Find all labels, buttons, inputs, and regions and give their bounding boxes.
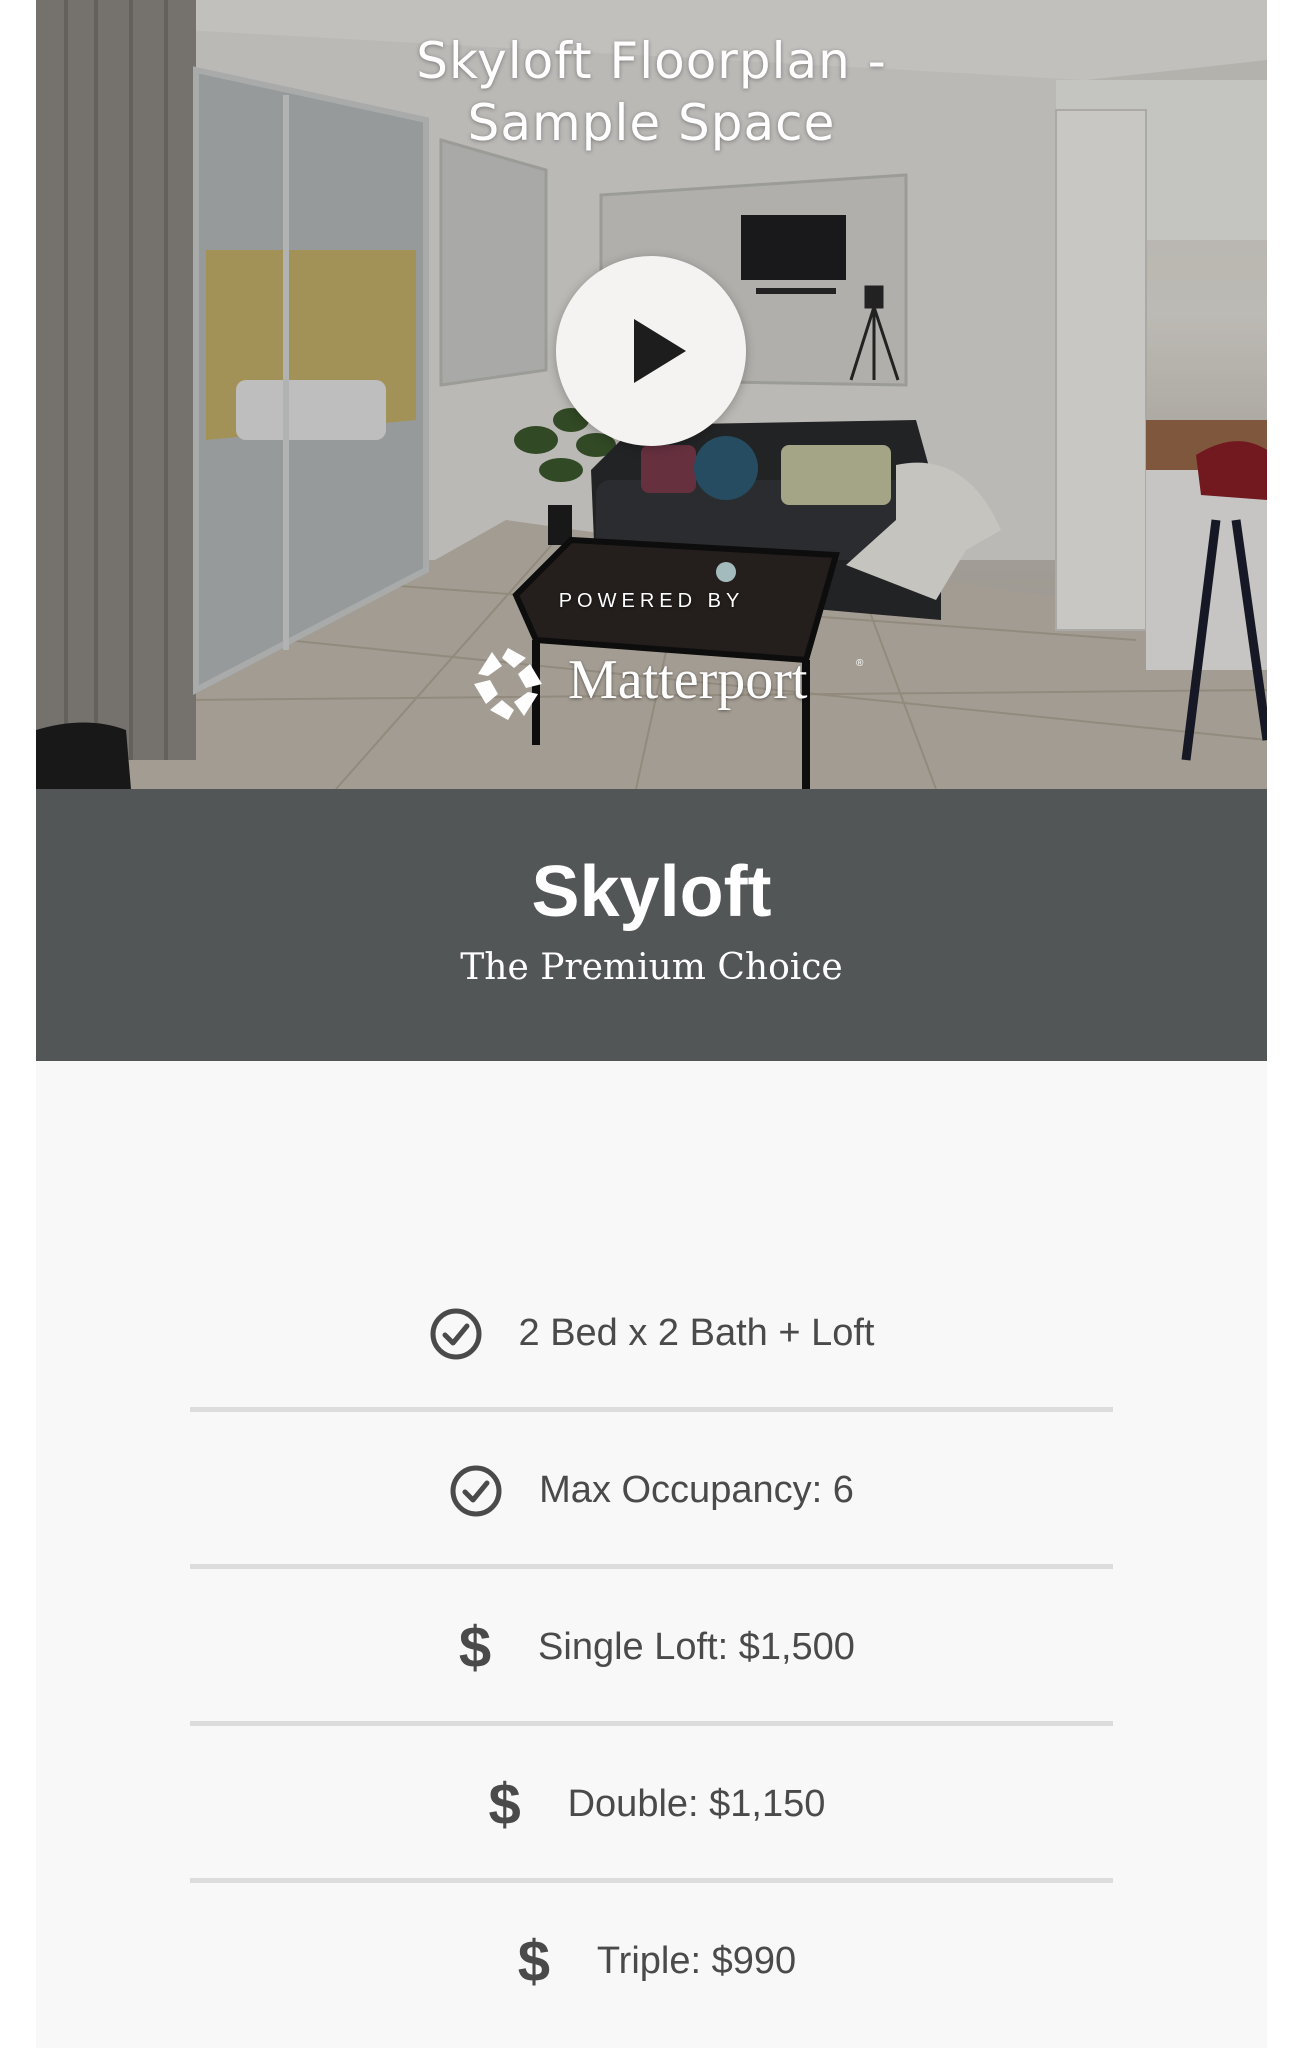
check-circle-icon — [429, 1307, 483, 1361]
dollar-icon: $ — [517, 1929, 550, 1994]
play-icon — [634, 319, 686, 383]
list-item: 2 Bed x 2 Bath + Loft — [190, 1255, 1113, 1412]
matterport-wordmark: Matterport — [568, 649, 808, 711]
feature-text: Double: $1,150 — [567, 1783, 826, 1825]
features-list: 2 Bed x 2 Bath + Loft Max Occupancy: 6 $… — [190, 1255, 1113, 2040]
list-item: $ Double: $1,150 — [190, 1726, 1113, 1883]
floorplan-title: Skyloft — [531, 852, 772, 932]
list-item: $ Triple: $990 — [190, 1883, 1113, 2040]
tour-title: Skyloft Floorplan - Sample Space — [416, 32, 887, 152]
matterport-logo: Matterport ® — [468, 644, 868, 724]
feature-text: Single Loft: $1,500 — [538, 1626, 855, 1668]
dollar-icon: $ — [488, 1772, 521, 1837]
floorplan-header: Skyloft The Premium Choice — [36, 789, 1267, 1061]
list-item: $ Single Loft: $1,500 — [190, 1569, 1113, 1726]
feature-text: Max Occupancy: 6 — [539, 1469, 854, 1511]
powered-by-label: POWERED BY — [558, 590, 745, 612]
list-item: Max Occupancy: 6 — [190, 1412, 1113, 1569]
play-button[interactable] — [556, 256, 746, 446]
check-circle-icon — [449, 1464, 503, 1518]
registered-mark: ® — [856, 658, 864, 669]
matterport-tour-preview[interactable]: Skyloft Floorplan - Sample Space POWERED… — [36, 0, 1267, 789]
feature-text: Triple: $990 — [596, 1940, 797, 1982]
matterport-logo-icon — [474, 648, 542, 720]
page: Skyloft Floorplan - Sample Space POWERED… — [36, 0, 1267, 2048]
floorplan-subtitle: The Premium Choice — [460, 947, 843, 988]
feature-text: 2 Bed x 2 Bath + Loft — [518, 1312, 875, 1354]
dollar-icon: $ — [458, 1615, 492, 1680]
